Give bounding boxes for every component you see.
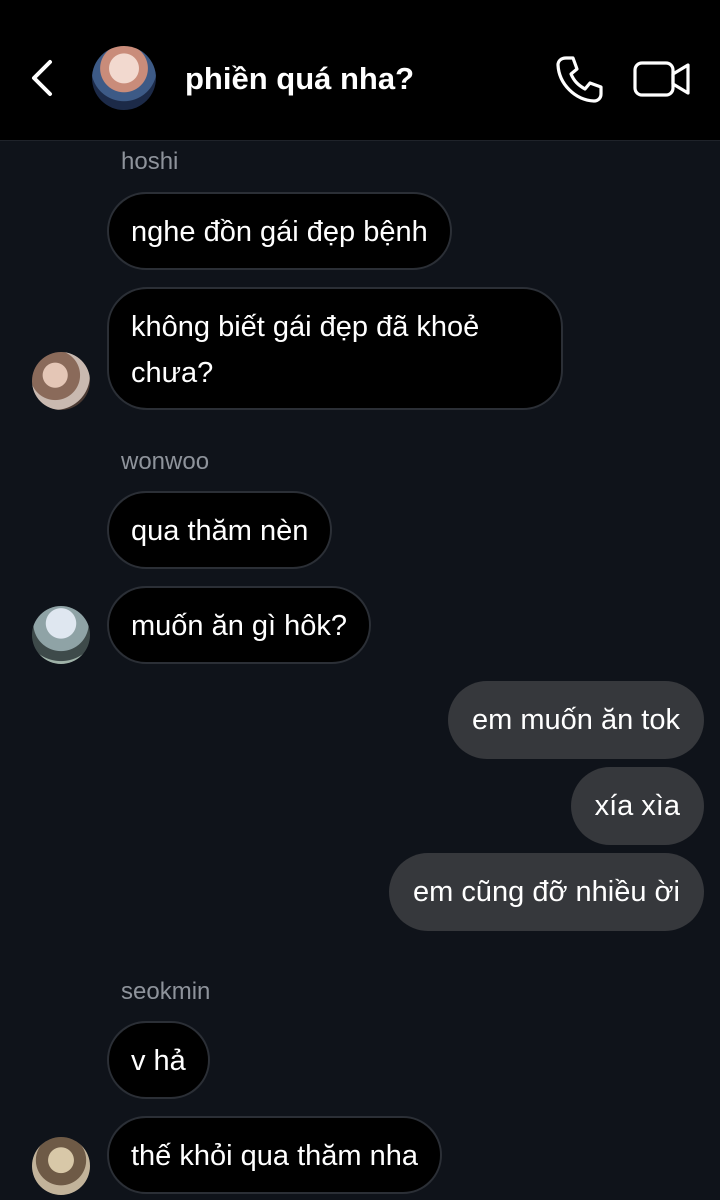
chevron-left-icon — [32, 60, 52, 96]
chat-header: phiền quá nha? — [0, 0, 720, 141]
video-camera-icon — [633, 61, 690, 97]
video-call-button[interactable] — [632, 56, 692, 102]
message-bubble-outgoing[interactable]: xía xìa — [570, 767, 704, 845]
chat-screen: phiền quá nha? hoshi nghe đồn gái đẹp bệ… — [0, 0, 720, 1200]
avatar[interactable] — [32, 1137, 90, 1195]
chat-title[interactable]: phiền quá nha? — [185, 60, 414, 98]
phone-icon — [556, 56, 603, 103]
call-button[interactable] — [552, 52, 606, 106]
message-bubble[interactable]: không biết gái đẹp đã khoẻ chưa? — [107, 287, 563, 410]
message-bubble[interactable]: thế khỏi qua thăm nha — [107, 1116, 442, 1194]
sender-name: seokmin — [121, 978, 211, 1005]
back-button[interactable] — [22, 56, 62, 100]
avatar[interactable] — [32, 606, 90, 664]
message-bubble[interactable]: nghe đồn gái đẹp bệnh — [107, 192, 452, 270]
sender-name: wonwoo — [121, 448, 210, 475]
message-bubble[interactable]: qua thăm nèn — [107, 491, 333, 569]
message-bubble-outgoing[interactable]: em cũng đỡ nhiều ời — [389, 853, 704, 931]
message-bubble[interactable]: muốn ăn gì hôk? — [107, 586, 372, 664]
message-bubble[interactable]: v hả — [107, 1021, 210, 1099]
group-avatar[interactable] — [92, 46, 156, 110]
message-bubble-outgoing[interactable]: em muốn ăn tok — [448, 681, 704, 759]
avatar[interactable] — [32, 352, 90, 410]
sender-name: hoshi — [121, 148, 179, 175]
